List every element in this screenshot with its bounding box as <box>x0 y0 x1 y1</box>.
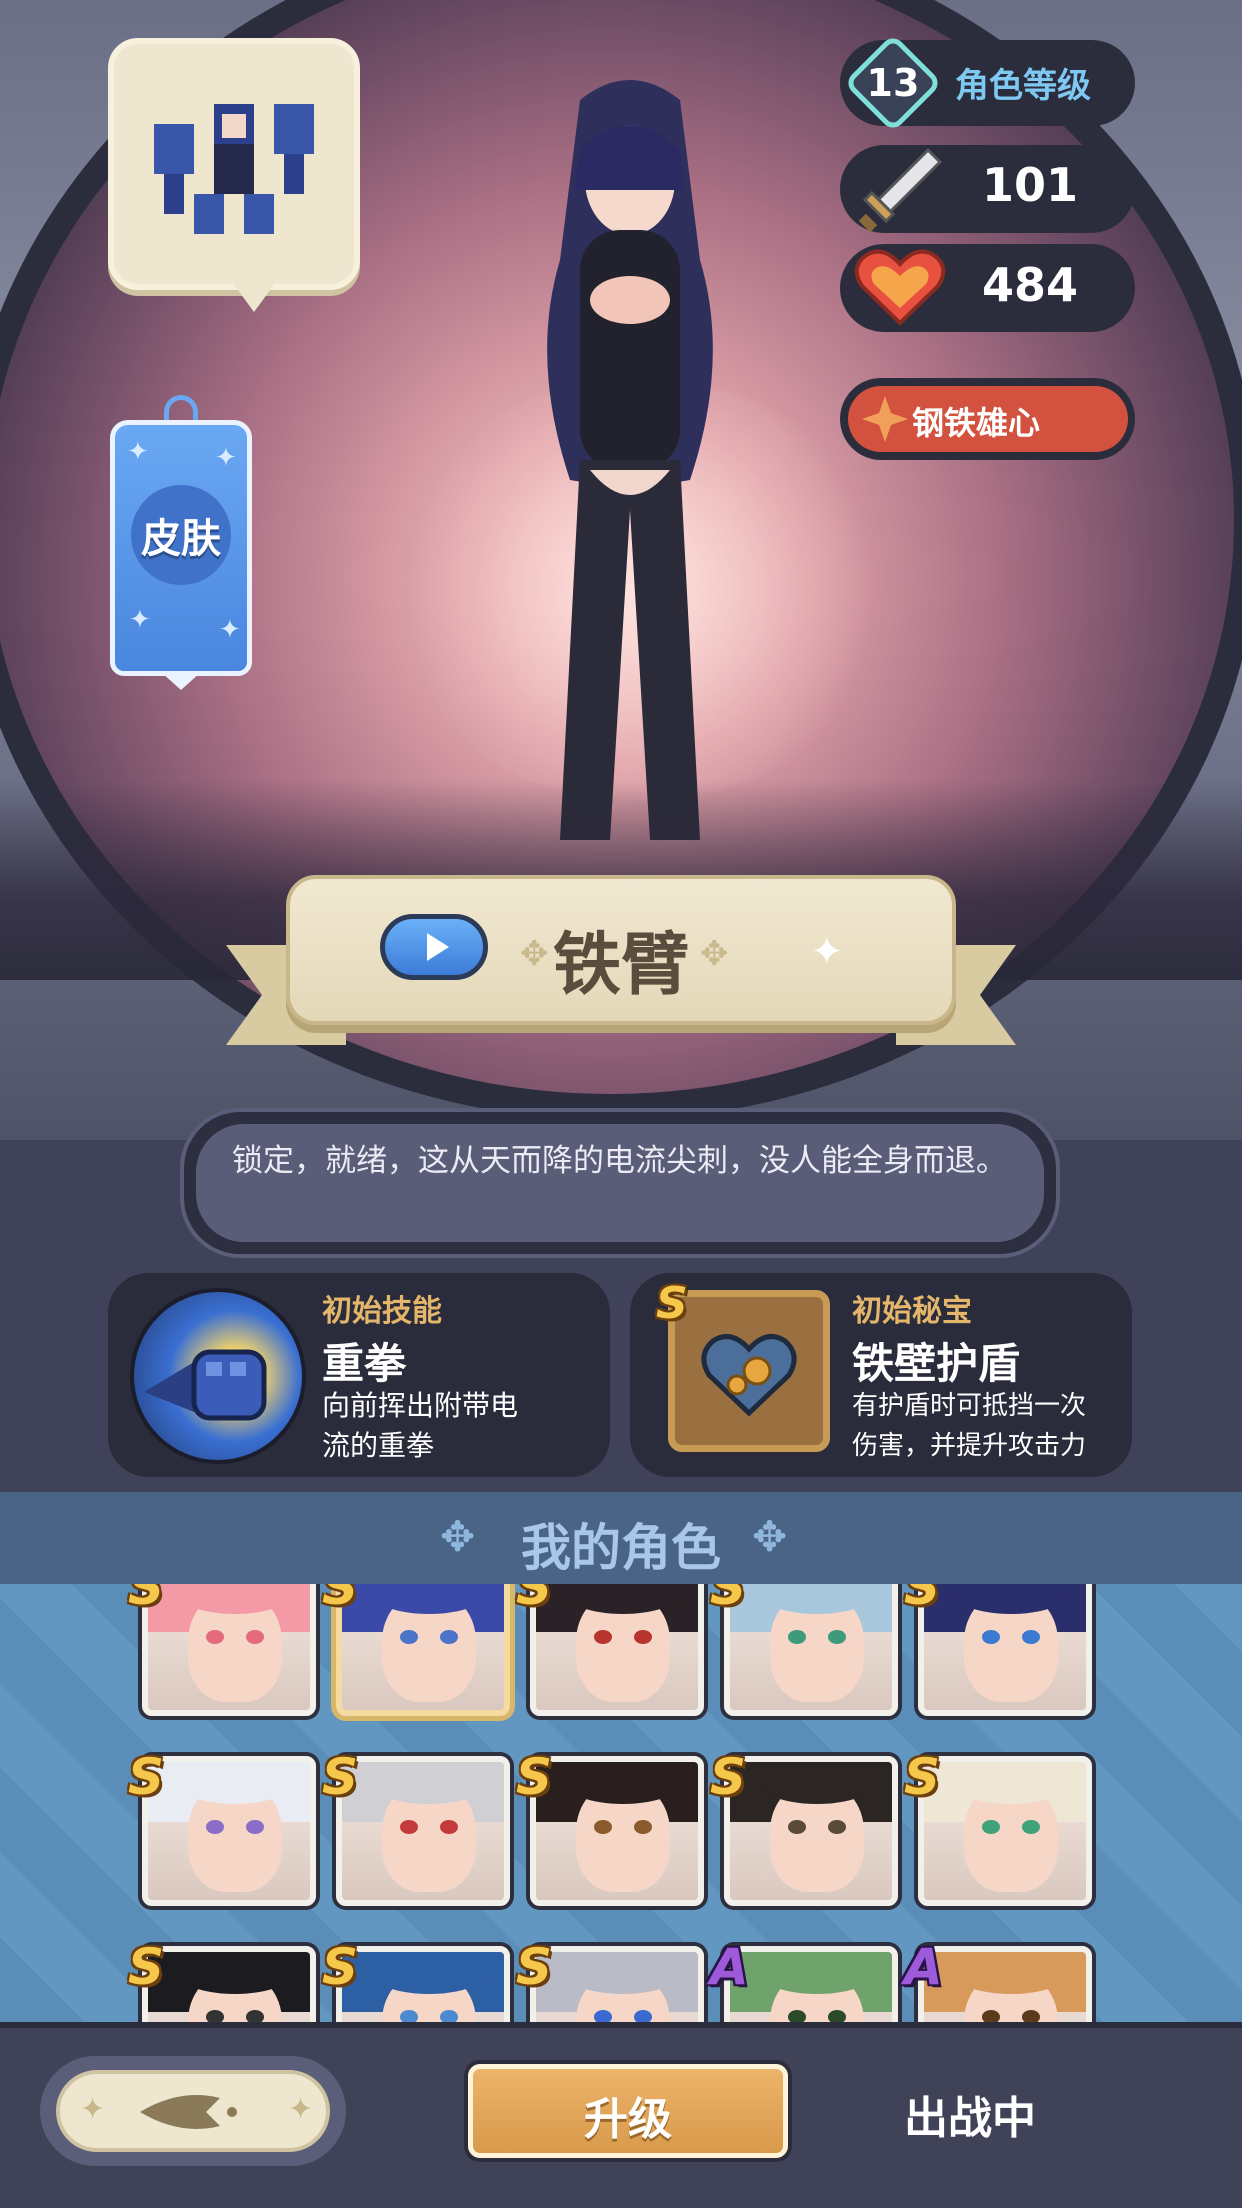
rank-badge: S <box>904 1748 941 1806</box>
sparkle-icon: ✦ <box>129 605 151 635</box>
skin-label: 皮肤 <box>131 485 231 585</box>
rank-badge: S <box>710 1584 747 1616</box>
rank-badge: S <box>516 1584 553 1616</box>
upgrade-button[interactable]: 升级 <box>468 2064 788 2158</box>
treasure-title: 初始秘宝 <box>852 1294 972 1329</box>
ornament-icon: ✥ <box>752 1512 788 1561</box>
character-card[interactable] <box>918 1946 1092 2022</box>
character-card[interactable] <box>918 1756 1092 1906</box>
deploy-status: 出战中 <box>904 2093 1036 2144</box>
attack-value: 101 <box>981 158 1079 212</box>
rank-badge: S <box>128 1584 165 1616</box>
character-card[interactable] <box>724 1946 898 2022</box>
sparkle-icon: ✦ <box>288 2092 314 2127</box>
pixel-portrait-card[interactable] <box>108 38 360 290</box>
character-card[interactable] <box>142 1946 316 2022</box>
character-card[interactable] <box>142 1584 316 1716</box>
rank-badge: S <box>322 1938 359 1996</box>
punch-fist-icon <box>130 1288 306 1464</box>
ribbon-ornament-icon: ✥ <box>700 934 729 974</box>
skill-desc-line: 流的重拳 <box>322 1429 435 1462</box>
character-name: 铁臂 <box>552 926 689 1005</box>
treasure-frame <box>668 1290 830 1452</box>
sparkle-icon: ✦ <box>215 443 237 473</box>
character-illustration <box>547 80 713 840</box>
sword-icon <box>858 147 943 233</box>
sparkle-icon: ✦ <box>219 615 241 645</box>
gear-heart-icon <box>701 1334 797 1417</box>
back-button[interactable]: ✦ ✦ <box>56 2070 330 2152</box>
rank-badge: S <box>322 1748 359 1806</box>
character-card[interactable] <box>336 1946 510 2022</box>
skill-desc-line: 向前挥出附带电 <box>322 1389 519 1422</box>
hp-value: 484 <box>981 258 1079 312</box>
rank-badge: A <box>904 1938 943 1996</box>
character-card[interactable] <box>336 1756 510 1906</box>
trait-label: 钢铁雄心 <box>912 404 1041 442</box>
rank-badge: S <box>904 1584 941 1616</box>
rank-badge: A <box>710 1938 749 1996</box>
level-number: 13 <box>866 61 920 105</box>
heart-icon <box>854 249 946 326</box>
rank-badge: S <box>710 1748 747 1806</box>
sparkle-icon: ✦ <box>127 437 149 467</box>
starburst-icon <box>862 396 908 442</box>
sparkle-icon: ✦ <box>810 929 844 975</box>
treasure-desc-line: 伤害，并提升攻击力 <box>852 1431 1087 1461</box>
rank-badge: S <box>516 1938 553 1996</box>
skin-button[interactable]: ✦ ✦ 皮肤 ✦ ✦ <box>110 420 252 676</box>
skill-title: 初始技能 <box>322 1294 442 1329</box>
treasure-name: 铁壁护盾 <box>852 1339 1021 1388</box>
pixel-sprite-icon <box>154 104 314 234</box>
upgrade-label: 升级 <box>584 2094 672 2145</box>
rank-badge: S <box>128 1748 165 1806</box>
back-arrow-icon <box>140 2095 237 2129</box>
character-card[interactable] <box>530 1584 704 1716</box>
character-card[interactable] <box>530 1756 704 1906</box>
rank-badge: S <box>322 1584 359 1616</box>
roster-header: ✥ 我的角色 ✥ <box>0 1492 1242 1584</box>
rank-badge: S <box>656 1278 688 1329</box>
rank-badge: S <box>516 1748 553 1806</box>
treasure-desc-line: 有护盾时可抵挡一次 <box>852 1391 1087 1421</box>
character-card[interactable] <box>918 1584 1092 1716</box>
character-roster[interactable]: S S S S S S S S S S S S S A A <box>0 1584 1242 2022</box>
level-label: 角色等级 <box>955 66 1091 106</box>
character-card[interactable] <box>336 1584 510 1716</box>
name-ribbon: ✥ 铁臂 ✥ ✦ <box>226 875 1016 1075</box>
character-description: 锁定，就绪，这从天而降的电流尖刺，没人能全身而退。 <box>232 1143 1007 1179</box>
roster-title: 我的角色 <box>521 1519 721 1577</box>
character-card[interactable] <box>530 1946 704 2022</box>
character-card[interactable] <box>724 1584 898 1716</box>
skill-name: 重拳 <box>322 1339 407 1388</box>
character-card[interactable] <box>724 1756 898 1906</box>
sparkle-icon: ✦ <box>80 2092 106 2127</box>
rank-badge: S <box>128 1938 165 1996</box>
character-card[interactable] <box>142 1756 316 1906</box>
